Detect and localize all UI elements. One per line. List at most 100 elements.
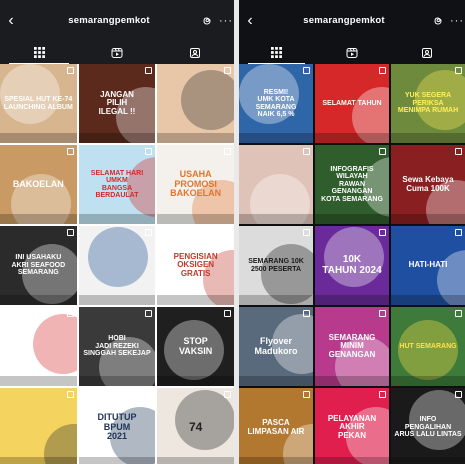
post-thumbnail[interactable]: Sewa Kebaya Cuma 100K	[391, 145, 465, 224]
post-caption: BAKOELAN	[12, 178, 64, 189]
profile-tabs	[0, 41, 234, 64]
post-thumbnail[interactable]: 10K TAHUN 2024	[315, 226, 389, 305]
post-footer-stripe	[391, 214, 465, 224]
post-caption: SELAMAT TAHUN	[322, 99, 382, 107]
post-caption: SEMARANG 10K 2500 PESERTA	[248, 258, 304, 273]
post-footer-stripe	[315, 133, 389, 143]
multi-post-icon	[223, 229, 231, 236]
post-caption: SPESIAL HUT KE-74 LAUNCHING ALBUM	[3, 96, 73, 111]
post-caption: PASCA LIMPASAN AIR	[247, 418, 305, 436]
post-thumbnail[interactable]: SPESIAL HUT KE-74 LAUNCHING ALBUM	[0, 64, 77, 143]
post-thumbnail[interactable]: SEMARANG MINIM GENANGAN	[315, 307, 389, 386]
tab-tagged-icon[interactable]	[390, 41, 465, 64]
threads-icon[interactable]	[196, 0, 218, 41]
post-caption: INFO PENGALIHAN ARUS LALU LINTAS	[394, 416, 462, 439]
post-footer-stripe	[239, 295, 313, 305]
post-caption: HATI-HATI	[408, 260, 448, 270]
multi-post-icon	[66, 310, 74, 317]
tab-tagged-icon[interactable]	[156, 41, 234, 64]
multi-post-icon	[223, 310, 231, 317]
post-thumbnail[interactable]: STOP VAKSIN	[157, 307, 234, 386]
multi-post-icon	[145, 67, 153, 74]
profile-username: semarangpemkot	[303, 15, 385, 26]
right-post-grid: RESMI! UMK KOTA SEMARANG NAIK 6,5 % SELAM…	[239, 64, 465, 464]
post-thumbnail[interactable]: RESMI! UMK KOTA SEMARANG NAIK 6,5 %	[239, 64, 313, 143]
multi-post-icon	[379, 148, 386, 155]
post-thumbnail[interactable]	[78, 226, 156, 305]
left-post-grid: SPESIAL HUT KE-74 LAUNCHING ALBUM JANGAN …	[0, 64, 234, 464]
post-thumbnail[interactable]: INI USAHAKU AKRI SEAFOOD SEMARANG	[0, 226, 77, 305]
multi-post-icon	[379, 391, 386, 398]
post-thumbnail[interactable]: USAHA PROMOSI BAKOELAN	[157, 145, 234, 224]
post-footer-stripe	[239, 376, 313, 386]
threads-icon[interactable]	[427, 0, 449, 41]
post-caption	[0, 425, 77, 431]
post-thumbnail[interactable]: INFOGRAFIS WILAYAH RAWAN GENANGAN KOTA S…	[315, 145, 389, 224]
post-thumbnail[interactable]: PELAYANAN AKHIR PEKAN	[315, 388, 389, 464]
post-thumbnail[interactable]: SELAMAT HARI UMKM BANGSA BERDAULAT	[78, 145, 156, 224]
back-arrow-icon[interactable]: ‹	[0, 0, 22, 41]
post-caption: 74	[188, 420, 203, 435]
post-thumbnail[interactable]: HATI-HATI	[391, 226, 465, 305]
post-footer-stripe	[391, 295, 465, 305]
post-footer-stripe	[0, 214, 77, 224]
multi-post-icon	[303, 148, 310, 155]
post-caption: SEMARANG MINIM GENANGAN	[328, 332, 376, 359]
post-thumbnail[interactable]	[239, 145, 313, 224]
post-thumbnail[interactable]: PASCA LIMPASAN AIR	[239, 388, 313, 464]
multi-post-icon	[455, 67, 462, 74]
post-footer-stripe	[78, 133, 156, 143]
multi-post-icon	[455, 148, 462, 155]
post-caption: RESMI! UMK KOTA SEMARANG NAIK 6,5 %	[255, 88, 297, 118]
post-thumbnail[interactable]: SEMARANG 10K 2500 PESERTA	[239, 226, 313, 305]
post-thumbnail[interactable]: PENGISIAN OKSIGEN GRATIS	[157, 226, 234, 305]
tab-reels-icon[interactable]	[314, 41, 389, 64]
post-caption	[79, 263, 156, 269]
multi-post-icon	[455, 391, 462, 398]
post-thumbnail[interactable]: DITUTUP BPUM 2021	[78, 388, 156, 464]
post-thumbnail[interactable]	[0, 388, 77, 464]
post-footer-stripe	[0, 133, 77, 143]
more-options-icon[interactable]: ···	[449, 15, 465, 27]
more-options-icon[interactable]: ···	[218, 15, 234, 27]
right-top-bar: ‹ semarangpemkot ···	[239, 0, 465, 41]
post-thumbnail[interactable]	[0, 307, 77, 386]
post-thumbnail[interactable]: HUT SEMARANG	[391, 307, 465, 386]
multi-post-icon	[145, 148, 153, 155]
post-thumbnail[interactable]: Flyover Madukoro	[239, 307, 313, 386]
post-footer-stripe	[157, 457, 234, 464]
right-profile-panel: ‹ semarangpemkot ··· RESMI! UMK KOTA SEM…	[239, 0, 465, 464]
post-footer-stripe	[239, 457, 313, 464]
post-footer-stripe	[0, 376, 77, 386]
left-top-bar: ‹ semarangpemkot ···	[0, 0, 234, 41]
tab-reels-icon[interactable]	[78, 41, 156, 64]
post-footer-stripe	[0, 457, 77, 464]
post-footer-stripe	[239, 214, 313, 224]
post-footer-stripe	[157, 133, 234, 143]
back-arrow-icon[interactable]: ‹	[239, 0, 261, 41]
post-thumbnail[interactable]	[157, 64, 234, 143]
post-thumbnail[interactable]: 74	[157, 388, 234, 464]
multi-post-icon	[66, 148, 74, 155]
post-footer-stripe	[391, 457, 465, 464]
post-thumbnail[interactable]: SELAMAT TAHUN	[315, 64, 389, 143]
multi-post-icon	[303, 391, 310, 398]
multi-post-icon	[223, 67, 231, 74]
post-footer-stripe	[391, 376, 465, 386]
multi-post-icon	[379, 229, 386, 236]
multi-post-icon	[223, 391, 231, 398]
post-footer-stripe	[78, 457, 156, 464]
post-thumbnail[interactable]: JANGAN PILIH ILEGAL !!	[78, 64, 156, 143]
post-thumbnail[interactable]: BAKOELAN	[0, 145, 77, 224]
left-profile-panel: ‹ semarangpemkot ··· SPESIAL HUT KE-74 L…	[0, 0, 234, 464]
multi-post-icon	[455, 310, 462, 317]
post-caption: PENGISIAN OKSIGEN GRATIS	[173, 251, 218, 278]
tab-posts-grid-icon[interactable]	[239, 41, 314, 64]
post-caption: USAHA PROMOSI BAKOELAN	[170, 169, 222, 199]
post-caption	[157, 101, 234, 107]
tab-posts-grid-icon[interactable]	[0, 41, 78, 64]
post-thumbnail[interactable]: HOBI JADI REZEKI SINGGAH SEKEJAP	[78, 307, 156, 386]
post-thumbnail[interactable]: INFO PENGALIHAN ARUS LALU LINTAS	[391, 388, 465, 464]
post-thumbnail[interactable]: YUK SEGERA PERIKSA MENIMPA RUMAH	[391, 64, 465, 143]
post-caption	[239, 182, 313, 188]
